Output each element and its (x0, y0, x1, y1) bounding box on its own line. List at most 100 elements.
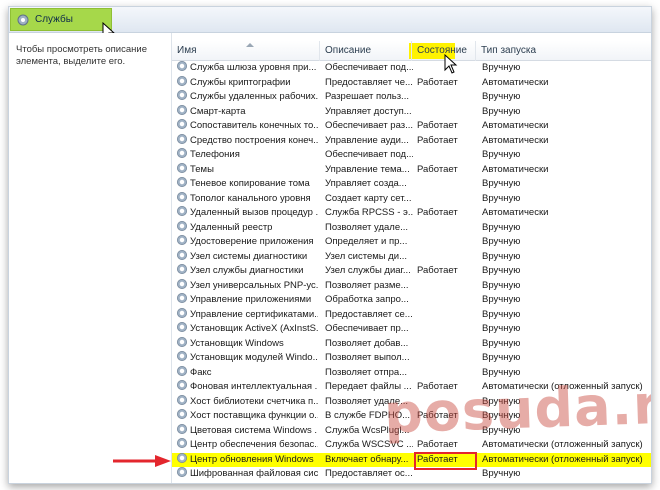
service-row[interactable]: Средство построения конеч... Управление а… (172, 133, 651, 149)
service-row[interactable]: Службы криптографии Предоставляет че... Ра… (172, 75, 651, 91)
service-description: Включает обнару... (325, 453, 409, 465)
service-row[interactable]: Шифрованная файловая сис... Предоставляет… (172, 467, 651, 482)
service-description: Позволяет отпра... (325, 366, 408, 378)
service-name: Средство построения конеч... (177, 133, 318, 149)
description-hint: Чтобы просмотреть описание элемента, выд… (16, 44, 147, 67)
service-startup-type: Вручную (482, 105, 521, 117)
service-startup-type: Автоматически (482, 207, 549, 218)
service-description: Управляет созда... (325, 178, 407, 189)
service-name: Хост библиотеки счетчика п... (177, 394, 318, 410)
service-description: Обеспечивает под... (325, 62, 413, 73)
column-description[interactable]: Описание (320, 41, 412, 61)
service-state: Работает (417, 134, 458, 146)
service-gear-icon (177, 148, 187, 158)
services-tab[interactable]: Службы (10, 8, 112, 31)
column-header-row: Имя Описание Состояние Тип запуска (172, 41, 651, 61)
service-state: Работает (417, 265, 458, 276)
service-startup-type: Вручную (482, 178, 521, 189)
service-startup-type: Автоматически (482, 163, 549, 175)
service-name: Служба шлюза уровня при... (177, 61, 318, 76)
column-startup-type[interactable]: Тип запуска (476, 41, 651, 61)
service-gear-icon (177, 307, 187, 318)
tab-title: Службы (35, 14, 73, 25)
service-gear-icon (177, 278, 187, 289)
service-row[interactable]: Управление сертификатами... Предоставляет… (172, 307, 651, 323)
service-description: Позволяет добав... (325, 337, 409, 349)
service-gear-icon (177, 206, 187, 216)
service-gear-icon (177, 191, 187, 202)
service-name: Цветовая система Windows ... (177, 423, 318, 439)
service-row[interactable]: Удостоверение приложения Определяет и пр.… (172, 235, 651, 250)
service-description: Позволяет разме... (325, 279, 409, 291)
service-row[interactable]: Узел службы диагностики Узел службы диаг.… (172, 264, 651, 279)
service-row[interactable]: Телефония Обеспечивает под... Вручную (172, 148, 651, 163)
service-row[interactable]: Установщик модулей Windo... Позволяет вып… (172, 351, 651, 366)
service-row[interactable]: Темы Управление тема... Работает Автоматиче… (172, 162, 651, 178)
service-startup-type: Вручную (482, 323, 521, 334)
service-row[interactable]: Управление приложениями Обработка запро..… (172, 293, 651, 308)
service-gear-icon (177, 438, 187, 448)
service-startup-type: Вручную (482, 265, 521, 276)
service-row[interactable]: Смарт-карта Управляет доступ... Вручную (172, 104, 651, 120)
service-row[interactable]: Удаленный реестр Позволяет удале... Вручну… (172, 220, 651, 236)
service-startup-type: Вручную (482, 62, 521, 73)
sort-ascending-icon (246, 43, 254, 47)
service-row[interactable]: Служба шлюза уровня при... Обеспечивает п… (172, 61, 651, 76)
service-row[interactable]: Службы удаленных рабочих... Разрешает пол… (172, 90, 651, 105)
service-name: Установщик модулей Windo... (177, 351, 318, 366)
service-name: Установщик ActiveX (AxInstS... (177, 322, 318, 337)
service-startup-type: Вручную (482, 352, 521, 363)
services-icon (17, 14, 29, 26)
service-state: Работает (417, 76, 458, 88)
services-window: Службы Чтобы просмотреть описание элемен… (8, 6, 652, 484)
service-gear-icon (177, 90, 187, 100)
service-row[interactable]: Установщик ActiveX (AxInstS... Обеспечива… (172, 322, 651, 337)
service-name: Сопоставитель конечных то... (177, 119, 318, 134)
service-row[interactable]: Удаленный вызов процедур ... Служба RPCSS… (172, 206, 651, 221)
service-description: Позволяет удале... (325, 221, 409, 233)
service-row[interactable]: Тополог канального уровня Создает карту с… (172, 191, 651, 207)
service-gear-icon (177, 336, 187, 347)
service-row[interactable]: Узел универсальных PNP-ус... Позволяет ра… (172, 278, 651, 294)
service-gear-icon (177, 467, 187, 477)
service-gear-icon (177, 235, 187, 245)
service-name: Темы (177, 162, 318, 178)
service-row[interactable]: Установщик Windows Позволяет добав... Вруч… (172, 336, 651, 352)
service-name: Службы криптографии (177, 75, 318, 91)
service-state: Работает (417, 120, 458, 131)
service-description: Определяет и пр... (325, 236, 408, 247)
service-name: Фоновая интеллектуальная ... (177, 380, 318, 395)
service-name: Центр обеспечения безопас... (177, 438, 318, 453)
service-startup-type: Вручную (482, 250, 521, 262)
service-gear-icon (177, 293, 187, 303)
service-startup-type: Автоматически (482, 120, 549, 131)
service-name: Шифрованная файловая сис... (177, 467, 318, 482)
service-gear-icon (177, 220, 187, 231)
service-row[interactable]: Центр обновления Windows Включает обнару.… (172, 452, 651, 468)
service-name: Установщик Windows (177, 336, 318, 352)
service-gear-icon (177, 394, 187, 405)
service-description: Предоставляет ос... (325, 468, 413, 479)
service-row[interactable]: Узел системы диагностики Узел системы ди.… (172, 249, 651, 265)
service-startup-type: Вручную (482, 192, 521, 204)
service-name: Удостоверение приложения (177, 235, 318, 250)
service-gear-icon (177, 177, 187, 187)
service-description: Управление ауди... (325, 134, 409, 146)
service-startup-type: Вручную (482, 279, 521, 291)
service-row[interactable]: Теневое копирование тома Управляет созда.… (172, 177, 651, 192)
service-description: Обеспечивает под... (325, 149, 413, 160)
service-gear-icon (177, 104, 187, 115)
service-gear-icon (177, 365, 187, 376)
service-description: Позволяет выпол... (325, 352, 410, 363)
service-startup-type: Вручную (482, 337, 521, 349)
service-name: Управление сертификатами... (177, 307, 318, 323)
service-startup-type: Автоматически (отложенный запуск) (482, 453, 643, 465)
service-description: Предоставляет се... (325, 308, 413, 320)
service-name: Узел универсальных PNP-ус... (177, 278, 318, 294)
service-description: Обеспечивает пр... (325, 323, 409, 334)
service-row[interactable]: Сопоставитель конечных то... Обеспечивает… (172, 119, 651, 134)
service-name: Тополог канального уровня (177, 191, 318, 207)
service-name: Центр обновления Windows (177, 452, 318, 468)
service-state: Работает (417, 207, 458, 218)
service-description: Разрешает польз... (325, 91, 409, 102)
